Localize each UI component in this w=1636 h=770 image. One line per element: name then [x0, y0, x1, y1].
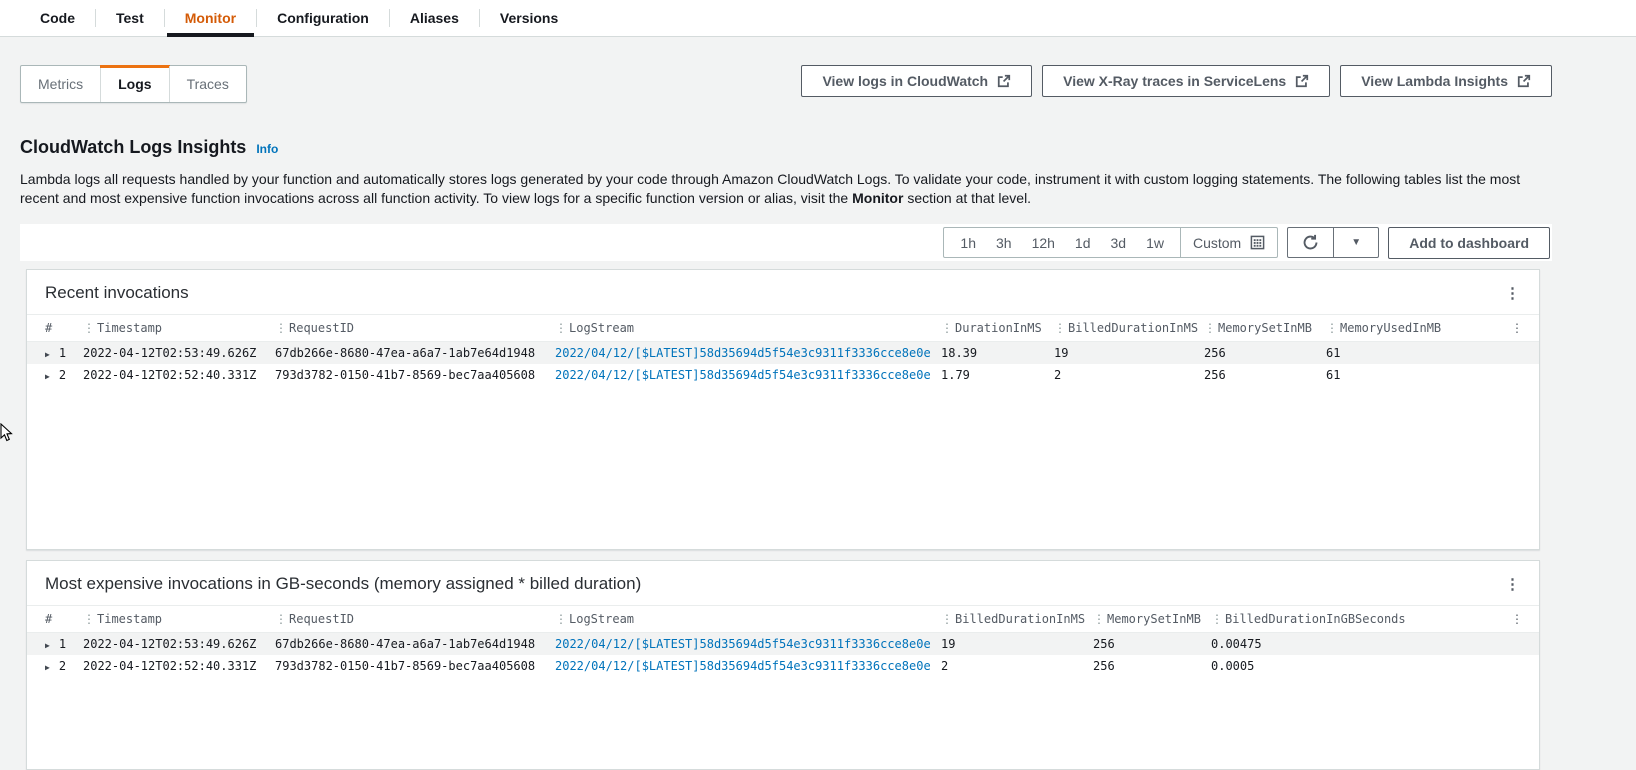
- table-row: ▶ 1 2022-04-12T02:53:49.626Z 67db266e-868…: [27, 341, 1539, 364]
- column-header-timestamp[interactable]: ⋮ Timestamp: [83, 314, 275, 342]
- column-header-num[interactable]: #: [27, 314, 83, 342]
- tab-configuration[interactable]: Configuration: [257, 0, 389, 36]
- column-header-num[interactable]: #: [27, 605, 83, 633]
- refresh-split-button: ▼: [1287, 227, 1380, 258]
- column-header-requestid[interactable]: ⋮ RequestID: [275, 605, 555, 633]
- refresh-icon: [1303, 234, 1318, 250]
- column-header-timestamp[interactable]: ⋮ Timestamp: [83, 605, 275, 633]
- row-expander-icon[interactable]: ▶: [45, 350, 50, 359]
- external-link-icon: [1296, 74, 1309, 88]
- column-menu-icon: ⋮: [1211, 612, 1223, 626]
- external-link-icon: [1517, 74, 1531, 88]
- column-header-durationinms[interactable]: ⋮ DurationInMS: [941, 314, 1054, 342]
- view-logs-cloudwatch-label: View logs in CloudWatch: [822, 73, 989, 89]
- range-3d[interactable]: 3d: [1101, 235, 1137, 251]
- column-menu-icon: ⋮: [1326, 321, 1338, 335]
- column-menu-icon: ⋮: [275, 321, 287, 335]
- info-link[interactable]: Info: [256, 142, 278, 156]
- range-custom[interactable]: Custom: [1179, 228, 1277, 257]
- logstream-link[interactable]: 2022/04/12/[$LATEST]58d35694d5f54e3c9311…: [555, 368, 931, 382]
- external-link-icon: [998, 74, 1011, 88]
- column-header-billeddurationinms[interactable]: ⋮ BilledDurationInMS: [941, 605, 1093, 633]
- table-row: ▶ 2 2022-04-12T02:52:40.331Z 793d3782-015…: [45, 368, 1341, 382]
- insights-description: Lambda logs all requests handled by your…: [20, 171, 1521, 206]
- logstream-link[interactable]: 2022/04/12/[$LATEST]58d35694d5f54e3c9311…: [555, 659, 931, 673]
- tab-monitor[interactable]: Monitor: [165, 0, 256, 37]
- tab-versions[interactable]: Versions: [480, 0, 578, 36]
- column-menu-icon: ⋮: [275, 612, 287, 626]
- column-header-memorysetinmb[interactable]: ⋮ MemorySetInMB: [1093, 605, 1211, 633]
- monitor-content: Metrics Logs Traces View logs in CloudWa…: [0, 37, 1636, 770]
- column-menu-icon: ⋮: [83, 321, 95, 335]
- column-menu-icon: ⋮: [555, 612, 567, 626]
- recent-invocations-title: Recent invocations: [45, 283, 189, 302]
- tab-code[interactable]: Code: [20, 0, 95, 36]
- logstream-link[interactable]: 2022/04/12/[$LATEST]58d35694d5f54e3c9311…: [555, 637, 931, 651]
- range-1w[interactable]: 1w: [1136, 235, 1174, 251]
- widget-menu-icon[interactable]: ⋮: [1505, 577, 1521, 592]
- column-header-logstream[interactable]: ⋮ LogStream: [555, 314, 941, 342]
- refresh-options-button[interactable]: ▼: [1333, 228, 1378, 257]
- expensive-invocations-title: Most expensive invocations in GB-seconds…: [45, 574, 642, 593]
- column-settings-icon[interactable]: ⋮: [1511, 321, 1523, 335]
- page-title: CloudWatch Logs Insights: [20, 137, 247, 157]
- row-expander-icon[interactable]: ▶: [45, 372, 50, 381]
- recent-invocations-panel: Recent invocations ⋮ # ⋮ Timestamp ⋮ Reque…: [26, 269, 1540, 550]
- chevron-down-icon: ▼: [1351, 237, 1362, 248]
- table-row: ▶ 1 2022-04-12T02:53:49.626Z 67db266e-868…: [27, 632, 1539, 655]
- tab-aliases[interactable]: Aliases: [390, 0, 479, 36]
- view-xray-servicelens-button[interactable]: View X-Ray traces in ServiceLens: [1042, 65, 1331, 97]
- monitoring-subtabs: Metrics Logs Traces: [20, 65, 247, 103]
- table-row: ▶ 2 2022-04-12T02:52:40.331Z 793d3782-015…: [45, 659, 1255, 673]
- logstream-link[interactable]: 2022/04/12/[$LATEST]58d35694d5f54e3c9311…: [555, 346, 931, 360]
- time-range-control: 1h 3h 12h 1d 3d 1w Custom: [943, 227, 1279, 258]
- range-3h[interactable]: 3h: [986, 235, 1022, 251]
- column-menu-icon: ⋮: [941, 612, 953, 626]
- expensive-invocations-table: # ⋮ Timestamp ⋮ RequestID ⋮ LogStream ⋮ Bill…: [27, 605, 1539, 677]
- view-xray-servicelens-label: View X-Ray traces in ServiceLens: [1063, 73, 1287, 89]
- calendar-icon: [1250, 235, 1265, 250]
- row-expander-icon[interactable]: ▶: [45, 641, 50, 650]
- recent-invocations-table: # ⋮ Timestamp ⋮ RequestID ⋮ LogStream ⋮ Dura…: [27, 314, 1539, 386]
- column-header-billeddurationinms[interactable]: ⋮ BilledDurationInMS: [1054, 314, 1204, 342]
- add-to-dashboard-button[interactable]: Add to dashboard: [1388, 226, 1550, 259]
- subtab-logs[interactable]: Logs: [100, 65, 171, 102]
- expensive-invocations-panel: Most expensive invocations in GB-seconds…: [26, 560, 1540, 770]
- function-tab-bar: Code Test Monitor Configuration Aliases …: [0, 0, 1636, 37]
- column-header-memorysetinmb[interactable]: ⋮ MemorySetInMB: [1204, 314, 1326, 342]
- view-logs-cloudwatch-button[interactable]: View logs in CloudWatch: [801, 65, 1033, 97]
- widget-menu-icon[interactable]: ⋮: [1505, 286, 1521, 301]
- range-1d[interactable]: 1d: [1065, 235, 1101, 251]
- column-menu-icon: ⋮: [1204, 321, 1216, 335]
- column-header-billeddurationingbseconds[interactable]: ⋮ BilledDurationInGBSeconds: [1211, 605, 1466, 633]
- mouse-cursor: [0, 423, 13, 442]
- subtab-metrics[interactable]: Metrics: [21, 66, 100, 102]
- add-to-dashboard-label: Add to dashboard: [1409, 234, 1529, 251]
- range-1h[interactable]: 1h: [950, 235, 986, 251]
- column-menu-icon: ⋮: [1093, 612, 1105, 626]
- column-menu-icon: ⋮: [1054, 321, 1066, 335]
- view-lambda-insights-button[interactable]: View Lambda Insights: [1340, 65, 1552, 97]
- range-custom-label: Custom: [1192, 234, 1242, 251]
- refresh-button[interactable]: [1288, 228, 1333, 257]
- column-menu-icon: ⋮: [555, 321, 567, 335]
- column-settings-icon[interactable]: ⋮: [1511, 612, 1523, 626]
- column-header-memoryusedinmb[interactable]: ⋮ MemoryUsedInMB: [1326, 314, 1476, 342]
- tab-test[interactable]: Test: [96, 0, 164, 36]
- column-header-requestid[interactable]: ⋮ RequestID: [275, 314, 555, 342]
- column-menu-icon: ⋮: [941, 321, 953, 335]
- row-expander-icon[interactable]: ▶: [45, 663, 50, 672]
- time-range-toolbar: 1h 3h 12h 1d 3d 1w Custom ▼ Add to dashb…: [20, 224, 1552, 261]
- column-menu-icon: ⋮: [83, 612, 95, 626]
- range-12h[interactable]: 12h: [1022, 235, 1065, 251]
- view-lambda-insights-label: View Lambda Insights: [1361, 73, 1508, 89]
- column-header-logstream[interactable]: ⋮ LogStream: [555, 605, 941, 633]
- subtab-traces[interactable]: Traces: [168, 66, 246, 102]
